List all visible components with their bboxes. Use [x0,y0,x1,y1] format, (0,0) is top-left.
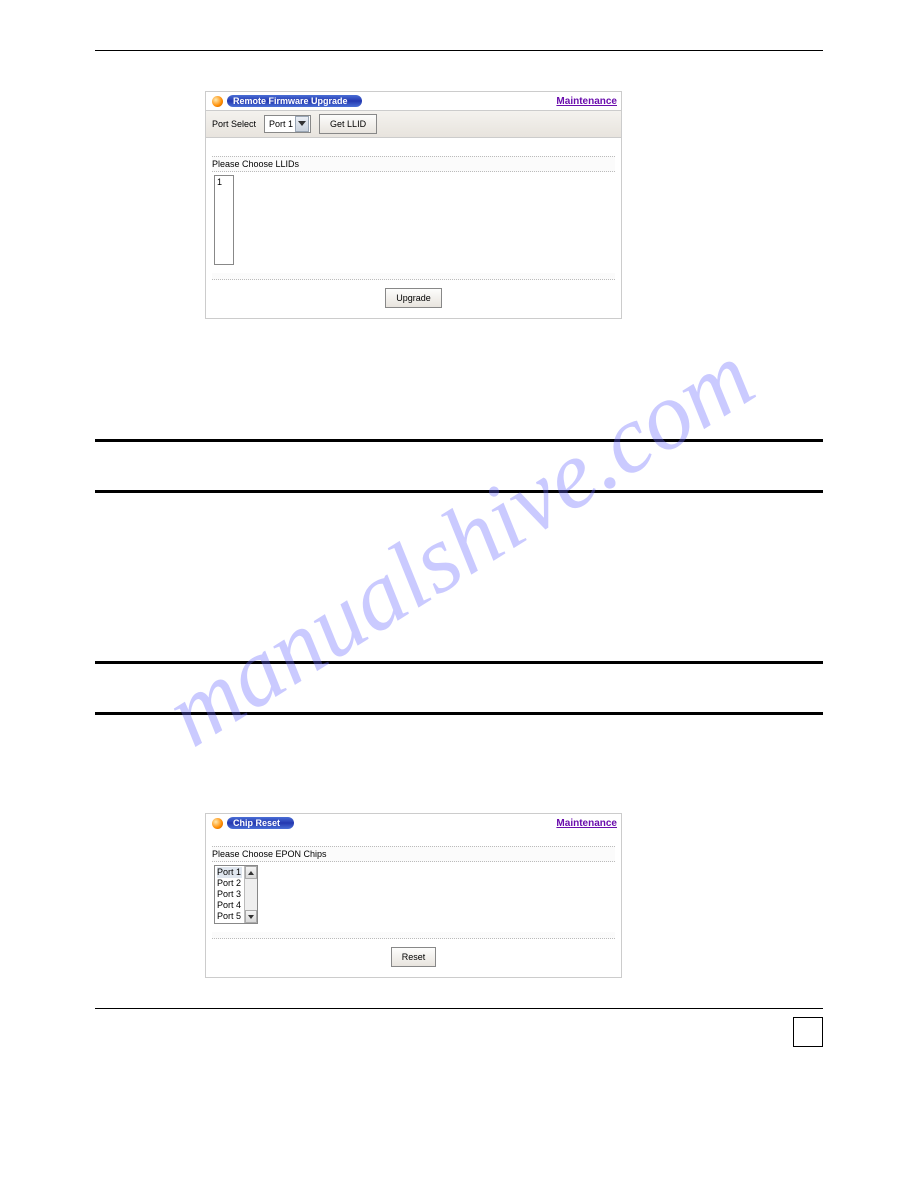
footer-rule [95,1008,823,1009]
remote-firmware-upgrade-panel: Remote Firmware Upgrade Maintenance Port… [205,91,622,319]
list-item[interactable]: Port 5 [217,911,242,922]
llid-listbox[interactable]: 1 [214,175,234,265]
maintenance-link[interactable]: Maintenance [556,96,617,107]
list-item[interactable]: Port 4 [217,900,242,911]
divider [95,439,823,442]
reset-button[interactable]: Reset [391,947,437,967]
port-select-label: Port Select [212,119,256,129]
upgrade-button[interactable]: Upgrade [385,288,442,308]
separator [212,932,615,939]
scroll-up-icon[interactable] [245,866,257,879]
top-rule [95,50,823,51]
scrollbar[interactable] [244,866,257,923]
choose-llids-label: Please Choose LLIDs [212,156,615,172]
panel-header: Remote Firmware Upgrade Maintenance [206,92,621,110]
list-item[interactable]: Port 2 [217,878,242,889]
title-pill: Chip Reset [210,817,294,829]
bullet-icon [212,96,223,107]
bullet-icon [212,818,223,829]
chip-reset-panel: Chip Reset Maintenance Please Choose EPO… [205,813,622,978]
llid-item[interactable]: 1 [217,177,231,187]
choose-epon-chips-label: Please Choose EPON Chips [212,846,615,862]
chevron-down-icon [295,116,309,132]
panel-footer: Reset [206,939,621,977]
list-item[interactable]: Port 1 [217,867,242,878]
panel-title: Chip Reset [227,817,294,829]
divider [95,490,823,493]
panel-title: Remote Firmware Upgrade [227,95,362,107]
port-select[interactable]: Port 1 [264,115,311,133]
title-pill: Remote Firmware Upgrade [210,95,362,107]
maintenance-link[interactable]: Maintenance [556,818,617,829]
get-llid-button[interactable]: Get LLID [319,114,377,134]
page-number-box [793,1017,823,1047]
divider [95,661,823,664]
port-select-value: Port 1 [269,119,293,129]
scroll-down-icon[interactable] [245,910,257,923]
panel-header: Chip Reset Maintenance [206,814,621,832]
panel-footer: Upgrade [206,280,621,318]
divider [95,712,823,715]
epon-chip-listbox[interactable]: Port 1 Port 2 Port 3 Port 4 Port 5 [214,865,258,924]
list-item[interactable]: Port 3 [217,889,242,900]
separator [212,273,615,280]
toolbar: Port Select Port 1 Get LLID [206,110,621,138]
